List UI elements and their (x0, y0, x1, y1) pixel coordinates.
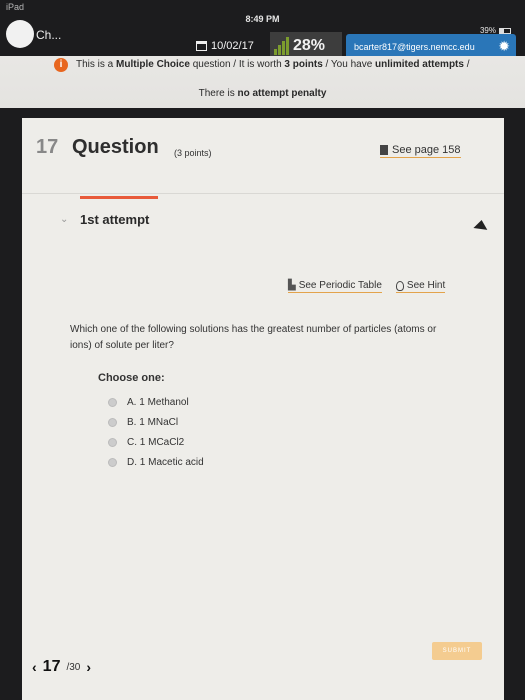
answer-option[interactable]: C. 1 MCaCl2 (108, 432, 204, 452)
current-question-number: 17 (42, 658, 61, 675)
question-info-line2: There is no attempt penalty (198, 88, 327, 99)
collapse-arrow-icon[interactable] (473, 219, 489, 230)
carrier-label: iPad (6, 2, 25, 12)
radio-button[interactable] (108, 417, 117, 427)
question-card: 17 Question (3 points) See page 158 ⌄ 1s… (22, 118, 504, 700)
previous-question-button[interactable]: ‹ (32, 659, 37, 675)
back-button[interactable] (6, 20, 34, 48)
answer-options: A. 1 Methanol B. 1 MNaCl C. 1 MCaCl2 D. … (108, 392, 204, 472)
answer-label: D. 1 Macetic acid (127, 456, 204, 468)
periodic-table-label: See Periodic Table (298, 280, 382, 291)
answer-option[interactable]: D. 1 Macetic acid (108, 452, 204, 472)
gear-icon[interactable]: ✹ (498, 38, 510, 55)
answer-label: B. 1 MNaCl (127, 416, 179, 428)
attempt-tab-indicator (80, 196, 158, 199)
question-points: (3 points) (174, 148, 212, 158)
date-text: 10/02/17 (211, 40, 254, 52)
question-header: 17 Question (3 points) See page 158 (22, 118, 504, 194)
periodic-table-link[interactable]: ▙ See Periodic Table (288, 280, 382, 293)
submit-button[interactable]: SUBMIT (432, 642, 482, 660)
next-question-button[interactable]: › (86, 659, 91, 675)
radio-button[interactable] (108, 437, 117, 447)
answer-label: A. 1 Methanol (127, 396, 189, 408)
score-percent: 28% (293, 37, 326, 54)
due-date: 10/02/17 (196, 40, 254, 52)
see-page-label: See page 158 (392, 144, 461, 156)
account-email: bcarter817@tigers.nemcc.edu (354, 42, 475, 52)
total-questions: /30 (66, 661, 81, 673)
answer-option[interactable]: A. 1 Methanol (108, 392, 204, 412)
hint-link[interactable]: See Hint (395, 280, 446, 293)
question-prompt: Which one of the following solutions has… (70, 324, 437, 351)
see-page-link[interactable]: See page 158 (380, 144, 461, 158)
back-label[interactable]: Ch... (36, 28, 61, 42)
calendar-icon (196, 41, 207, 51)
choose-one-label: Choose one: (98, 372, 165, 384)
question-tools: ▙ See Periodic Table See Hint (288, 280, 446, 293)
question-info-line1: This is a Multiple Choice question / It … (76, 59, 470, 70)
attempt-header[interactable]: ⌄ 1st attempt (22, 200, 504, 240)
question-number: 17 (36, 136, 59, 158)
question-title: Question (72, 136, 159, 158)
answer-label: C. 1 MCaCl2 (127, 436, 185, 448)
chevron-down-icon[interactable]: ⌄ (60, 214, 68, 225)
answer-option[interactable]: B. 1 MNaCl (108, 412, 204, 432)
bar-chart-icon (274, 37, 289, 55)
info-icon: i (54, 58, 68, 72)
lightbulb-icon (395, 280, 404, 291)
radio-button[interactable] (108, 457, 117, 467)
hint-label: See Hint (406, 280, 446, 291)
radio-button[interactable] (108, 397, 117, 407)
attempt-label: 1st attempt (80, 212, 150, 227)
periodic-table-icon: ▙ (288, 280, 296, 291)
question-pager: ‹ 17 /30 › (32, 658, 91, 676)
book-icon (380, 145, 388, 155)
